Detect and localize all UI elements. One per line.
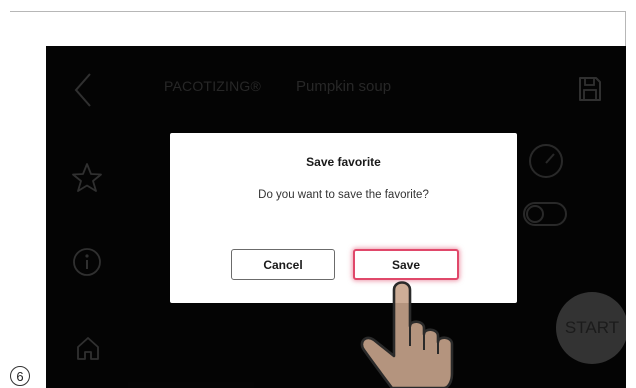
step-badge: 6: [10, 366, 30, 386]
frame-top-border: [10, 11, 626, 12]
dialog-title: Save favorite: [306, 155, 381, 169]
cancel-button[interactable]: Cancel: [231, 249, 335, 280]
hand-pointer-icon: [360, 281, 454, 388]
dialog-message: Do you want to save the favorite?: [258, 189, 429, 201]
device-screen: PACOTIZING® Pumpkin soup START Save favo…: [46, 46, 626, 388]
